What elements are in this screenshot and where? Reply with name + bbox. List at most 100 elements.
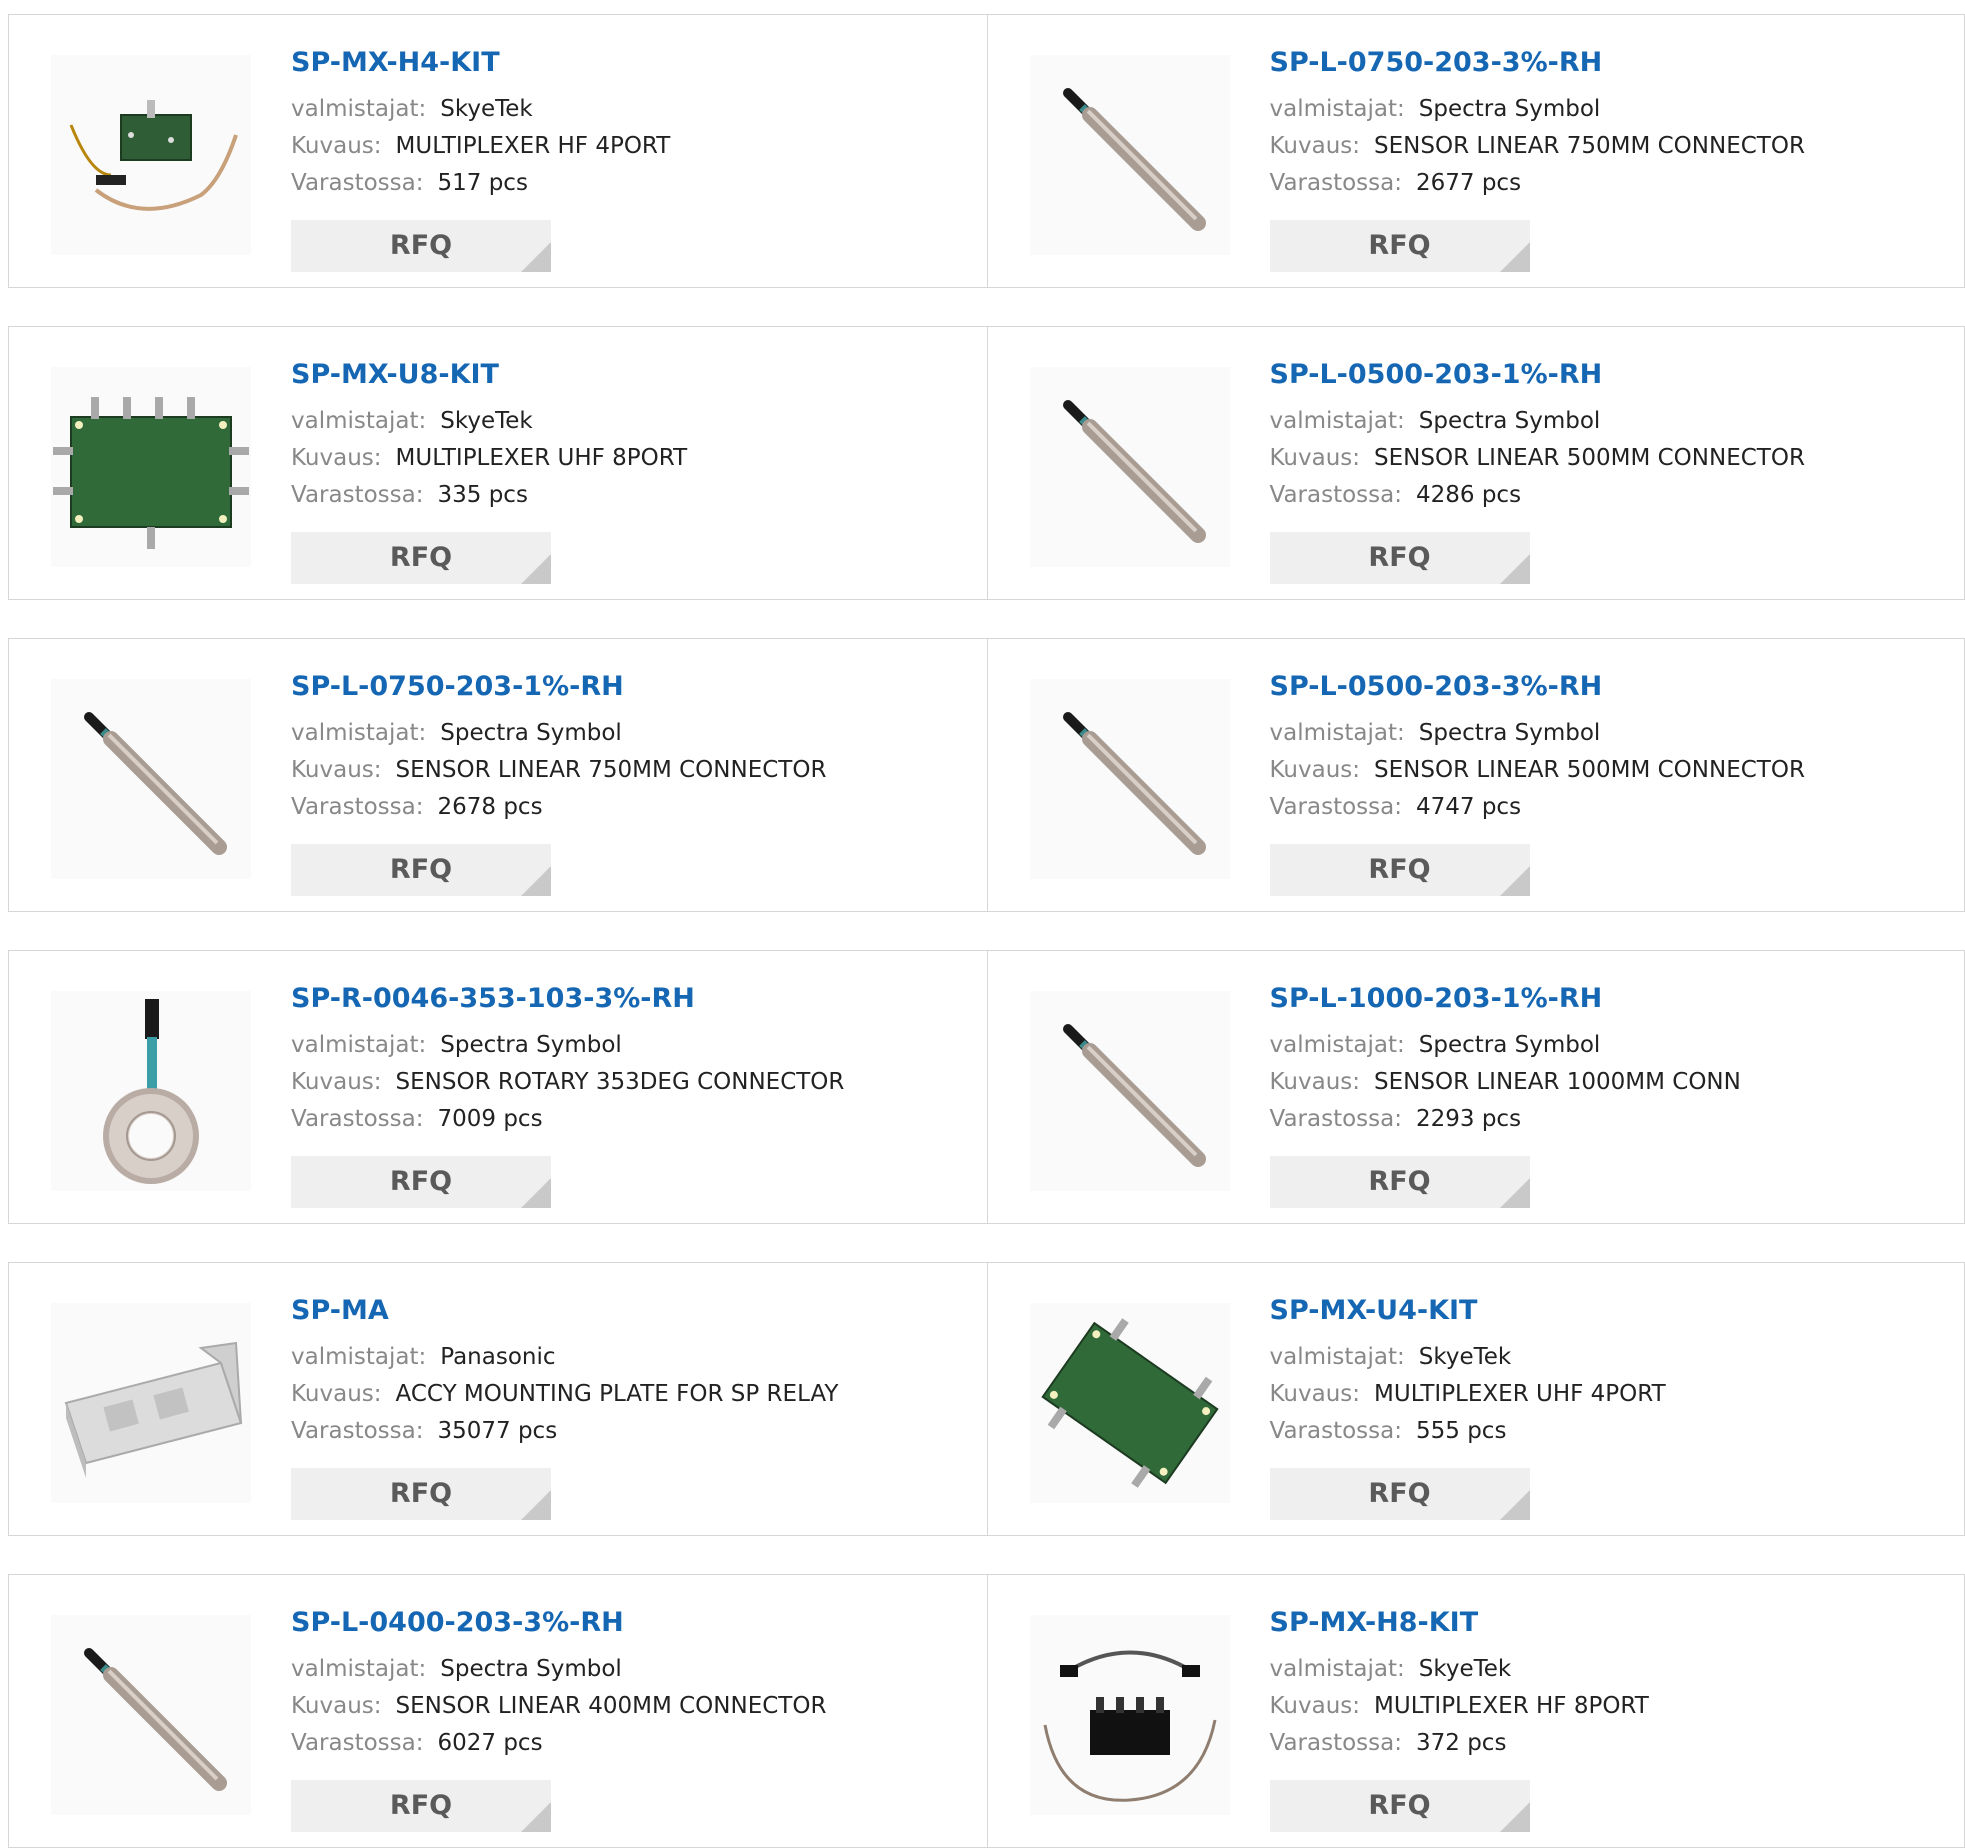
product-info: SP-L-0750-203-1%-RH valmistajat: Spectra S…	[291, 669, 826, 896]
rfq-button[interactable]: RFQ	[291, 1780, 551, 1832]
stock-line: Varastossa: 372 pcs	[1270, 1725, 1649, 1762]
manufacturer-label: valmistajat:	[1269, 96, 1405, 122]
product-card: SP-MX-H4-KIT valmistajat: SkyeTek Kuvaus: MU…	[9, 15, 987, 287]
stock-label: Varastossa:	[291, 1106, 424, 1132]
rfq-button[interactable]: RFQ	[291, 1468, 551, 1520]
manufacturer-line: valmistajat: SkyeTek	[291, 91, 670, 128]
description-value: SENSOR LINEAR 500MM CONNECTOR	[1374, 757, 1805, 783]
corner-triangle-icon	[1499, 242, 1530, 272]
rfq-button[interactable]: RFQ	[1269, 220, 1530, 272]
rfq-button[interactable]: RFQ	[291, 532, 551, 584]
product-info: SP-MX-H4-KIT valmistajat: SkyeTek Kuvaus: MU…	[291, 45, 670, 272]
product-row: SP-MX-U8-KIT valmistajat: SkyeTek Kuvaus: MU…	[8, 326, 1965, 600]
rfq-button[interactable]: RFQ	[291, 844, 551, 896]
manufacturer-value: SkyeTek	[440, 408, 533, 434]
stock-line: Varastossa: 7009 pcs	[291, 1101, 844, 1138]
rfq-button[interactable]: RFQ	[1269, 844, 1530, 896]
manufacturer-line: valmistajat: Spectra Symbol	[291, 1651, 826, 1688]
mounting-plate-image[interactable]	[51, 1303, 251, 1503]
product-title-link[interactable]: SP-MA	[291, 1293, 838, 1333]
product-title-link[interactable]: SP-L-0750-203-1%-RH	[291, 669, 826, 709]
description-line: Kuvaus: MULTIPLEXER UHF 4PORT	[1270, 1376, 1666, 1413]
product-title-link[interactable]: SP-L-1000-203-1%-RH	[1270, 981, 1741, 1021]
product-card: SP-MX-U8-KIT valmistajat: SkyeTek Kuvaus: MU…	[9, 327, 987, 599]
corner-triangle-icon	[1499, 1178, 1530, 1208]
manufacturer-label: valmistajat:	[291, 720, 427, 746]
product-title-link[interactable]: SP-R-0046-353-103-3%-RH	[291, 981, 844, 1021]
rfq-button[interactable]: RFQ	[291, 1156, 551, 1208]
stock-label: Varastossa:	[291, 794, 424, 820]
description-label: Kuvaus:	[1269, 1381, 1361, 1407]
linear-sensor-image[interactable]	[1029, 367, 1230, 567]
uhf-multiplexer-4port-image[interactable]	[1029, 1303, 1230, 1503]
product-card: SP-MX-H8-KIT valmistajat: SkyeTek Kuvaus: MU…	[986, 1575, 1965, 1847]
linear-sensor-image[interactable]	[1029, 55, 1230, 255]
stock-value: 372 pcs	[1415, 1730, 1507, 1756]
description-line: Kuvaus: SENSOR LINEAR 400MM CONNECTOR	[291, 1688, 826, 1725]
stock-label: Varastossa:	[1269, 1106, 1402, 1132]
product-title-link[interactable]: SP-MX-U4-KIT	[1270, 1293, 1666, 1333]
manufacturer-label: valmistajat:	[1269, 408, 1405, 434]
corner-triangle-icon	[521, 1490, 551, 1520]
product-title-link[interactable]: SP-L-0400-203-3%-RH	[291, 1605, 826, 1645]
product-info: SP-L-1000-203-1%-RH valmistajat: Spectra S…	[1269, 981, 1741, 1208]
rotary-sensor-image[interactable]	[51, 991, 251, 1191]
rfq-button-label: RFQ	[1368, 230, 1431, 261]
hf-multiplexer-8port-image[interactable]	[1029, 1615, 1230, 1815]
stock-value: 517 pcs	[437, 170, 528, 196]
linear-sensor-image[interactable]	[1029, 679, 1230, 879]
manufacturer-line: valmistajat: SkyeTek	[291, 403, 687, 440]
description-line: Kuvaus: MULTIPLEXER UHF 8PORT	[291, 440, 687, 477]
stock-label: Varastossa:	[1269, 482, 1402, 508]
product-card: SP-L-0400-203-3%-RH valmistajat: Spectra S…	[9, 1575, 987, 1847]
stock-value: 555 pcs	[1415, 1418, 1507, 1444]
description-line: Kuvaus: SENSOR LINEAR 500MM CONNECTOR	[1270, 440, 1805, 477]
description-label: Kuvaus:	[1269, 1069, 1361, 1095]
rfq-button[interactable]: RFQ	[1269, 1780, 1530, 1832]
manufacturer-value: SkyeTek	[1418, 1656, 1512, 1682]
stock-label: Varastossa:	[291, 170, 424, 196]
manufacturer-line: valmistajat: Spectra Symbol	[1270, 91, 1805, 128]
stock-line: Varastossa: 517 pcs	[291, 165, 670, 202]
stock-label: Varastossa:	[291, 482, 424, 508]
description-line: Kuvaus: SENSOR LINEAR 1000MM CONN	[1270, 1064, 1741, 1101]
linear-sensor-image[interactable]	[51, 1615, 251, 1815]
manufacturer-label: valmistajat:	[1269, 1344, 1405, 1370]
product-title-link[interactable]: SP-MX-U8-KIT	[291, 357, 687, 397]
manufacturer-line: valmistajat: SkyeTek	[1270, 1339, 1666, 1376]
description-label: Kuvaus:	[291, 445, 382, 471]
linear-sensor-image[interactable]	[51, 679, 251, 879]
description-value: ACCY MOUNTING PLATE FOR SP RELAY	[395, 1381, 839, 1407]
rfq-button-label: RFQ	[1368, 854, 1431, 885]
description-label: Kuvaus:	[1269, 757, 1361, 783]
description-value: MULTIPLEXER HF 8PORT	[1374, 1693, 1649, 1719]
manufacturer-line: valmistajat: Spectra Symbol	[1270, 1027, 1741, 1064]
uhf-multiplexer-8port-image[interactable]	[51, 367, 251, 567]
rfq-button[interactable]: RFQ	[1269, 1156, 1530, 1208]
hf-multiplexer-4port-image[interactable]	[51, 55, 251, 255]
stock-value: 4286 pcs	[1415, 482, 1522, 508]
corner-triangle-icon	[521, 866, 551, 896]
product-title-link[interactable]: SP-MX-H8-KIT	[1270, 1605, 1649, 1645]
product-title-link[interactable]: SP-L-0500-203-1%-RH	[1270, 357, 1805, 397]
stock-label: Varastossa:	[1269, 794, 1402, 820]
manufacturer-line: valmistajat: Spectra Symbol	[291, 715, 826, 752]
corner-triangle-icon	[1499, 554, 1530, 584]
description-line: Kuvaus: MULTIPLEXER HF 4PORT	[291, 128, 670, 165]
product-info: SP-MX-U4-KIT valmistajat: SkyeTek Kuvaus: MU…	[1269, 1293, 1666, 1520]
stock-value: 2677 pcs	[1415, 170, 1522, 196]
product-title-link[interactable]: SP-L-0750-203-3%-RH	[1270, 45, 1805, 85]
rfq-button[interactable]: RFQ	[291, 220, 551, 272]
product-title-link[interactable]: SP-MX-H4-KIT	[291, 45, 670, 85]
linear-sensor-image[interactable]	[1029, 991, 1230, 1191]
rfq-button[interactable]: RFQ	[1269, 1468, 1530, 1520]
corner-triangle-icon	[521, 1178, 551, 1208]
rfq-button[interactable]: RFQ	[1269, 532, 1530, 584]
product-card: SP-MX-U4-KIT valmistajat: SkyeTek Kuvaus: MU…	[986, 1263, 1965, 1535]
manufacturer-value: Spectra Symbol	[440, 1032, 622, 1058]
stock-label: Varastossa:	[1269, 1730, 1402, 1756]
description-label: Kuvaus:	[291, 1693, 382, 1719]
manufacturer-label: valmistajat:	[291, 1656, 427, 1682]
corner-triangle-icon	[521, 554, 551, 584]
product-title-link[interactable]: SP-L-0500-203-3%-RH	[1270, 669, 1805, 709]
